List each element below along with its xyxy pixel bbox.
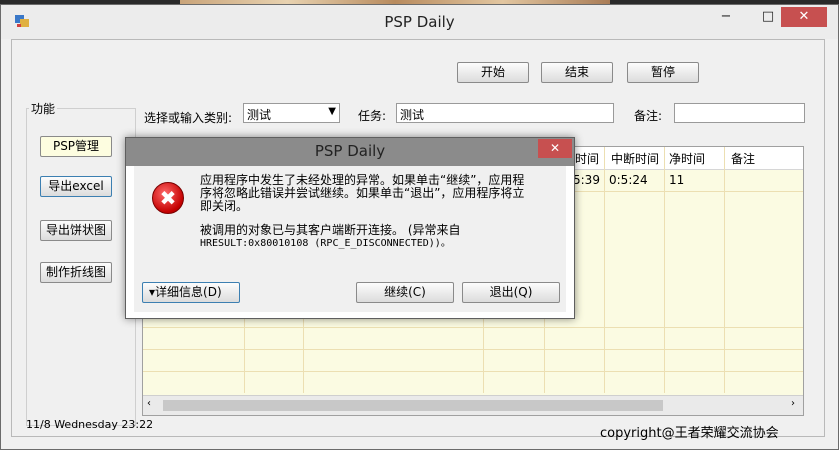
export-pie-button[interactable]: 导出饼状图 bbox=[40, 220, 112, 241]
message-line-3: 即关闭。 bbox=[200, 199, 249, 213]
scroll-left-icon[interactable]: ‹ bbox=[147, 398, 151, 409]
copyright-label: copyright@王者荣耀交流协会 bbox=[600, 426, 779, 441]
export-excel-button[interactable]: 导出excel bbox=[40, 176, 112, 197]
continue-button[interactable]: 继续(C) bbox=[356, 282, 454, 303]
details-button[interactable]: ▾详细信息(D) bbox=[142, 282, 240, 303]
error-dialog: PSP Daily ✕ ✖ 应用程序中发生了未经处理的异常。如果单击“继续”，应… bbox=[125, 137, 575, 319]
column-header-interrupt[interactable]: 中断时间 bbox=[611, 150, 659, 167]
column-header-net-time[interactable]: 净时间 bbox=[669, 150, 705, 167]
scroll-right-icon[interactable]: › bbox=[791, 398, 795, 409]
category-select[interactable]: 测试 ▼ bbox=[243, 103, 340, 123]
error-icon: ✖ bbox=[152, 182, 184, 214]
message-line-5: HRESULT:0x80010108 (RPC_E_DISCONNECTED))… bbox=[200, 238, 451, 249]
category-label: 选择或输入类别: bbox=[144, 111, 233, 125]
datetime-label: 11/8 Wednesday 23:22 bbox=[26, 418, 154, 431]
column-header-time[interactable]: 时间 bbox=[575, 150, 599, 167]
dialog-title-bar: PSP Daily ✕ bbox=[126, 138, 574, 166]
note-label: 备注: bbox=[634, 109, 663, 123]
maximize-button[interactable]: □ bbox=[753, 7, 783, 27]
task-label: 任务: bbox=[358, 109, 387, 123]
function-group-title: 功能 bbox=[29, 100, 58, 117]
start-button[interactable]: 开始 bbox=[457, 62, 529, 83]
note-input[interactable] bbox=[674, 103, 805, 123]
make-line-chart-button[interactable]: 制作折线图 bbox=[40, 262, 112, 283]
title-bar: PSP Daily − □ ✕ bbox=[1, 5, 838, 39]
task-input[interactable]: 测试 bbox=[396, 103, 614, 123]
message-line-2: 序将忽略此错误并尝试继续。如果单击“退出”，应用程序将立 bbox=[200, 186, 525, 200]
minimize-button[interactable]: − bbox=[711, 7, 741, 27]
scroll-thumb[interactable] bbox=[163, 400, 663, 411]
close-button[interactable]: ✕ bbox=[781, 7, 827, 27]
horizontal-scrollbar[interactable]: ‹ › bbox=[143, 395, 803, 415]
category-value: 测试 bbox=[247, 108, 272, 122]
grid-row-divider bbox=[143, 349, 803, 350]
column-header-note[interactable]: 备注 bbox=[731, 150, 755, 167]
dialog-body: ✖ 应用程序中发生了未经处理的异常。如果单击“继续”，应用程 序将忽略此错误并尝… bbox=[134, 166, 566, 312]
pause-button[interactable]: 暂停 bbox=[627, 62, 699, 83]
cell-time: 5:39 bbox=[573, 173, 600, 187]
cell-interrupt: 0:5:24 bbox=[609, 173, 648, 187]
cell-net-time: 11 bbox=[669, 173, 685, 187]
quit-button[interactable]: 退出(Q) bbox=[462, 282, 560, 303]
psp-manage-button[interactable]: PSP管理 bbox=[40, 136, 112, 157]
grid-row-divider bbox=[143, 327, 803, 328]
dialog-close-button[interactable]: ✕ bbox=[538, 139, 572, 158]
chevron-down-icon: ▼ bbox=[328, 106, 336, 117]
message-line-4: 被调用的对象已与其客户端断开连接。 (异常来自 bbox=[200, 223, 461, 237]
dialog-title: PSP Daily bbox=[314, 142, 386, 160]
grid-row-divider bbox=[143, 371, 803, 372]
end-button[interactable]: 结束 bbox=[541, 62, 613, 83]
